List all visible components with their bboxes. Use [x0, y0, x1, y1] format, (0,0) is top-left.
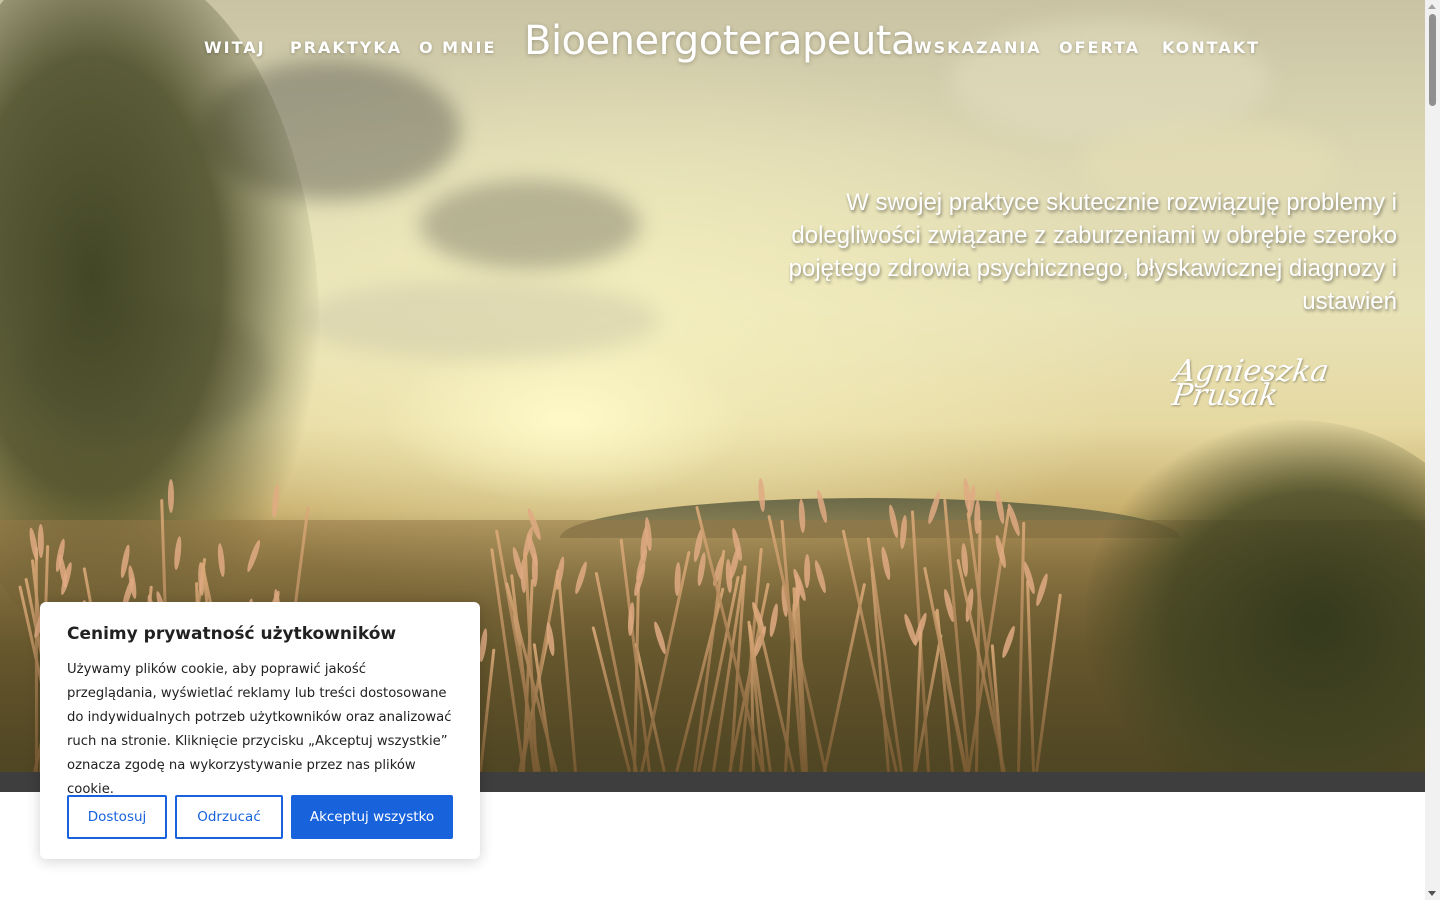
nav-link-witaj[interactable]: WITAJ [204, 38, 266, 57]
cookie-consent-dialog: Cenimy prywatność użytkowników Używamy p… [40, 602, 480, 859]
accept-all-button[interactable]: Akceptuj wszystko [291, 795, 453, 839]
site-brand-logo[interactable]: Bioenergoterapeuta [524, 18, 916, 64]
scrollbar-thumb[interactable] [1429, 14, 1436, 106]
signature: Agnieszka Prusak [1169, 354, 1346, 413]
nav-link-kontakt[interactable]: KONTAKT [1162, 38, 1260, 57]
customize-button[interactable]: Dostosuj [67, 795, 167, 839]
nav-link-praktyka[interactable]: PRAKTYKA [290, 38, 402, 57]
main-navigation: WITAJ PRAKTYKA O MNIE Bioenergoterapeuta… [0, 0, 1425, 100]
scroll-up-arrow-icon[interactable] [1428, 4, 1436, 9]
nav-link-oferta[interactable]: OFERTA [1059, 38, 1140, 57]
scroll-down-arrow-icon[interactable] [1428, 891, 1436, 896]
reject-button[interactable]: Odrzucać [175, 795, 283, 839]
nav-link-o-mnie[interactable]: O MNIE [419, 38, 496, 57]
hero-tagline: W swojej praktyce skutecznie rozwiązuję … [788, 189, 1397, 315]
nav-link-wskazania[interactable]: WSKAZANIA [914, 38, 1042, 57]
page-scrollbar[interactable] [1425, 0, 1440, 900]
cookie-dialog-title: Cenimy prywatność użytkowników [67, 624, 397, 644]
cookie-dialog-text: Używamy plików cookie, aby poprawić jako… [67, 662, 452, 797]
